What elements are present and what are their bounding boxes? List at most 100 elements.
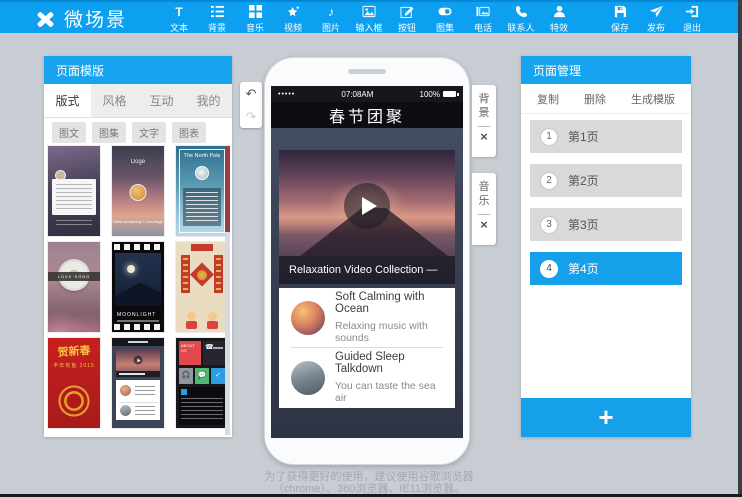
template-moonlight[interactable]: MOONLIGHT [112,242,164,332]
logo-text: 微场景 [64,5,127,32]
undo-icon[interactable]: ↶ [240,82,262,105]
tool-effects[interactable]: 特效 [540,4,578,34]
video-caption: Relaxation Video Collection — [279,256,455,284]
mini-header [112,338,164,346]
window-edge-right [738,0,742,497]
tab-style[interactable]: 风格 [91,84,138,117]
mini-avatar [120,385,131,396]
playlist-subtitle: You can taste the sea air [335,380,443,404]
hill [115,282,161,306]
tool-contacts[interactable]: 联系人 [502,4,540,34]
text-block [183,188,221,226]
exit-button[interactable]: 退出 [674,4,710,34]
tool-image[interactable]: ♪ 图片 [312,4,350,34]
close-icon[interactable]: × [480,130,488,143]
playlist-subtitle: Relaxing music with sounds [335,320,443,344]
tool-phone-call[interactable]: 电话 [464,4,502,34]
side-tab-label: 音乐 [478,181,490,209]
save-button[interactable]: 保存 [602,4,638,34]
page-label: 第4页 [568,260,599,277]
page-item-1[interactable]: 1 第1页 [530,120,682,153]
page-label: 第2页 [568,172,599,189]
template-profile-card[interactable] [48,146,100,236]
page-manager-actions: 复制 删除 生成模版 [521,84,691,114]
playlist-item[interactable]: Guided Sleep Talkdown You can taste the … [279,348,455,407]
playlist-item[interactable]: Soft Calming with Ocean Relaxing music w… [279,288,455,347]
phone-screen[interactable]: ••••• 07:08AM 100% 春节团聚 Relaxation Video… [271,86,463,438]
editor-app: 微场景 T 文本 背景 音乐 视频 ♪ 图片 [0,0,742,497]
tool-background[interactable]: 背景 [198,4,236,34]
template-filters: 图文 图集 文字 图表 [44,118,232,146]
template-love-song[interactable]: LOVE SONG [48,242,100,332]
tool-button[interactable]: 按钮 [388,4,426,34]
toolbar-tools: T 文本 背景 音乐 视频 ♪ 图片 输入框 [160,4,578,34]
template-panel: 页面模版 版式 风格 互动 我的 图文 图集 文字 图表 Doge Hello … [44,56,232,437]
copy-page-button[interactable]: 复制 [537,91,559,107]
delete-page-button[interactable]: 删除 [584,91,606,107]
page-number-badge: 2 [540,172,558,190]
publish-button[interactable]: 发布 [638,4,674,34]
text-icon: T [175,5,182,19]
play-button[interactable] [344,183,390,229]
scrollbar-thumb[interactable] [225,146,230,232]
music-side-tab[interactable]: 音乐 × [472,173,496,245]
divider [478,126,490,127]
logo-x-icon [34,10,56,28]
page-label: 第3页 [568,216,599,233]
page-title[interactable]: 春节团聚 [271,102,463,128]
app-logo[interactable]: 微场景 [34,5,127,32]
filter-image-text[interactable]: 图文 [52,122,86,143]
tab-layout[interactable]: 版式 [44,84,91,117]
battery-percent: 100% [420,90,440,99]
template-spring-couplets[interactable] [176,242,228,332]
redo-icon[interactable]: ↷ [240,105,262,128]
couplet-right [214,255,223,293]
browser-hint: 为了获得更好的使用，建议使用谷歌浏览器 （chrome）、360浏览器、IE11… [0,471,738,495]
page-label: 第1页 [568,128,599,145]
tool-gallery[interactable]: 图集 [426,4,464,34]
edit-icon [400,5,414,19]
playlist-thumb [291,361,325,395]
play-icon [134,356,143,365]
template-scrollbar[interactable] [225,146,230,435]
mini-row [119,402,157,418]
mini-row [119,383,157,399]
template-metro-contact[interactable]: ABOUT US ☎ 🎧 💬 ✓ [176,338,228,428]
playlist-thumb [291,301,325,335]
tool-video[interactable]: 视频 [274,4,312,34]
page-item-3[interactable]: 3 第3页 [530,208,682,241]
video-block[interactable]: Relaxation Video Collection — [279,150,455,284]
text-card [52,179,96,215]
cartoon-kid [206,312,219,329]
blue-square-icon [181,389,187,395]
close-icon[interactable]: × [480,218,488,231]
page-item-2[interactable]: 2 第2页 [530,164,682,197]
template-doge[interactable]: Doge Hello everybody ! I am doge [112,146,164,236]
text-lines [181,398,223,422]
status-time: 07:08AM [295,90,419,99]
filter-gallery[interactable]: 图集 [92,122,126,143]
film-holes [114,324,162,330]
template-tabs: 版式 风格 互动 我的 [44,84,232,118]
template-relaxation-video[interactable] [112,338,164,428]
tab-mine[interactable]: 我的 [185,84,232,117]
tool-text[interactable]: T 文本 [160,4,198,34]
music-note-icon: ♪ [328,5,334,19]
template-subtitle: 丰年有鱼 2015 [48,362,100,369]
toggle-icon [438,5,452,19]
page-item-4-selected[interactable]: 4 第4页 [530,252,682,285]
page-manager-title: 页面管理 [521,56,691,84]
make-template-button[interactable]: 生成模版 [631,91,675,107]
add-page-button[interactable]: + [521,398,691,437]
background-side-tab[interactable]: 背景 × [472,85,496,157]
tool-input-box[interactable]: 输入框 [350,4,388,34]
template-north-pole[interactable]: The North Pole [176,146,228,236]
person-icon [553,5,566,19]
filter-text[interactable]: 文字 [132,122,166,143]
filter-chart[interactable]: 图表 [172,122,206,143]
template-happy-new-year[interactable]: 贺新春 丰年有鱼 2015 [48,338,100,428]
playlist-text: Guided Sleep Talkdown You can taste the … [335,351,443,404]
tab-interactive[interactable]: 互动 [138,84,185,117]
star-icon [287,5,300,19]
tool-music[interactable]: 音乐 [236,4,274,34]
